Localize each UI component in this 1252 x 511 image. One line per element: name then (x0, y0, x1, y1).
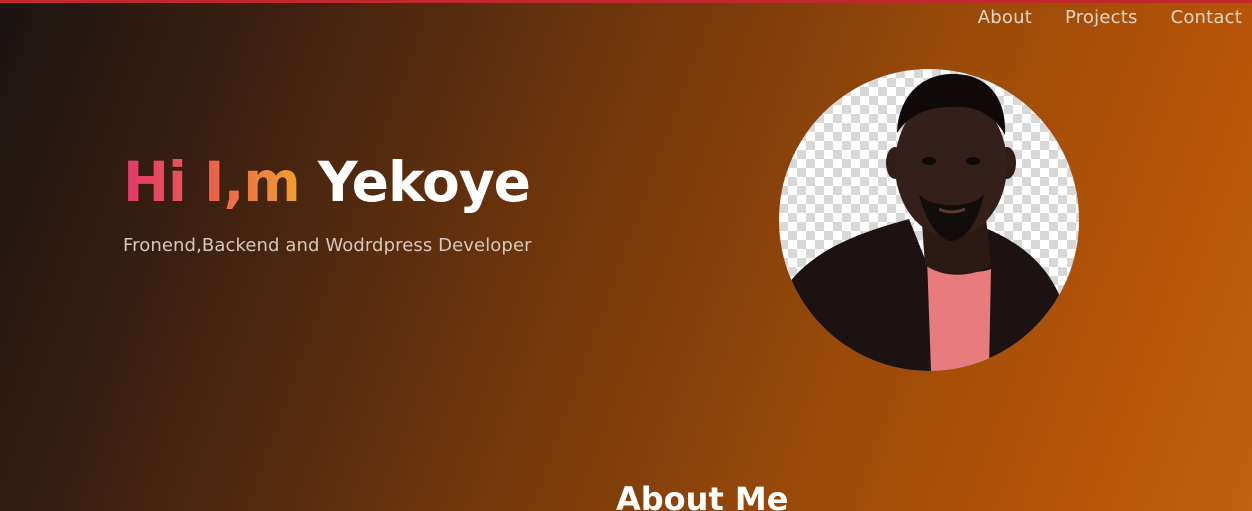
nav-link-about[interactable]: About (978, 7, 1032, 28)
nav-link-contact[interactable]: Contact (1171, 7, 1242, 28)
hero-title: Hi I,m Yekoye (123, 150, 531, 214)
hero-greeting: Hi I,m (123, 150, 301, 214)
profile-photo (779, 69, 1079, 371)
top-accent-bar (0, 0, 1252, 3)
nav-link-projects[interactable]: Projects (1065, 7, 1138, 28)
hero-subtitle: Fronend,Backend and Wodrdpress Developer (123, 235, 532, 256)
main-nav: About Projects Contact (978, 7, 1242, 28)
about-section-title: About Me (616, 480, 789, 511)
portrait-illustration (779, 73, 1079, 371)
hero-name: Yekoye (317, 150, 531, 214)
